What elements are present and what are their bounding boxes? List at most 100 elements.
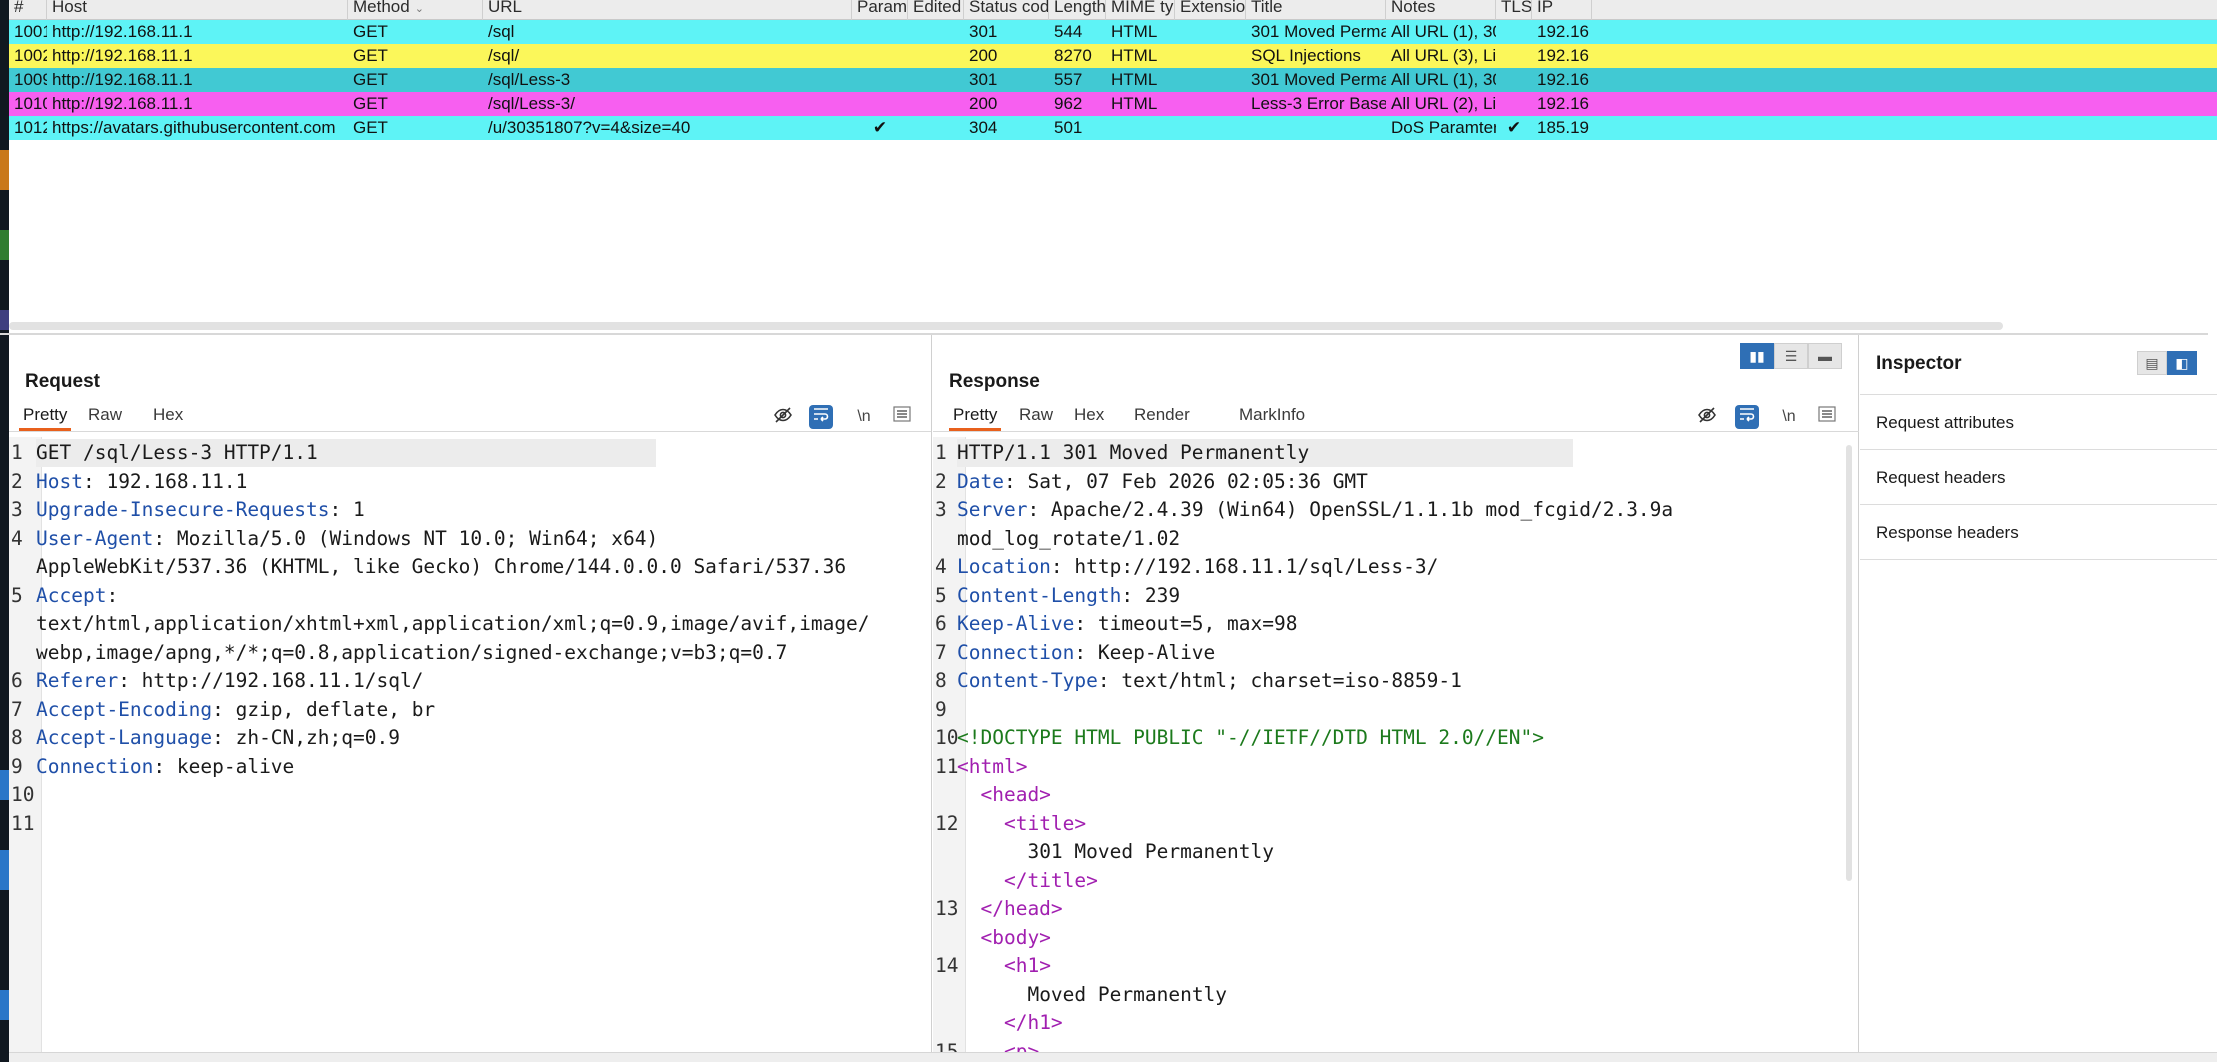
inspector-divider: [1860, 559, 2217, 560]
column-header-title[interactable]: Title: [1246, 0, 1386, 20]
line-text: : Sat, 07 Feb 2026 02:05:36 GMT: [1003, 469, 1368, 493]
cell-tls: [1496, 44, 1532, 68]
column-header-tls[interactable]: TLS: [1496, 0, 1532, 20]
tab-request-raw[interactable]: Raw: [88, 401, 122, 431]
line-text: : 192.168.11.1: [82, 469, 248, 493]
tab-response-raw[interactable]: Raw: [1019, 401, 1053, 431]
cell-length: 557: [1054, 70, 1083, 89]
line-number: 11: [11, 811, 35, 835]
cell-title: [1246, 116, 1386, 140]
table-header: # Host Method ⌄ URL Params Edited Status …: [9, 0, 2217, 20]
column-header-status-code[interactable]: Status code: [964, 0, 1049, 20]
line-text: text/html,application/xhtml+xml,applicat…: [36, 612, 870, 635]
column-header-extension[interactable]: Extension: [1175, 0, 1246, 20]
inspector-section-request-attributes[interactable]: Request attributes: [1860, 394, 2217, 449]
tab-response-render[interactable]: Render: [1134, 401, 1190, 431]
bottom-scroll-area: [9, 1052, 2217, 1062]
tab-response-markinfo[interactable]: MarkInfo: [1239, 401, 1305, 431]
html-tag: </title>: [1003, 868, 1098, 892]
header-name: Accept: [36, 583, 107, 607]
tab-request-hex[interactable]: Hex: [153, 401, 183, 431]
tab-response-pretty[interactable]: Pretty: [949, 401, 1002, 431]
vertical-scrollbar[interactable]: [1846, 445, 1852, 881]
column-header-number[interactable]: #: [9, 0, 47, 20]
cell-url: /sql/: [488, 46, 520, 65]
newline-icon[interactable]: \n: [852, 405, 876, 429]
code-line: Connection: keep-alive: [36, 753, 294, 782]
line-number: 6: [11, 669, 23, 692]
line-text: : text/html; charset=iso-8859-1: [1097, 669, 1462, 692]
column-header-host[interactable]: Host: [47, 0, 348, 20]
table-row[interactable]: 1009 http://192.168.11.1 GET/sql/Less-3 301…: [9, 68, 2217, 92]
column-header-mime-type[interactable]: MIME type: [1106, 0, 1175, 20]
line-number: 2: [11, 469, 23, 493]
split-horizontal-icon[interactable]: ▮▮: [1740, 343, 1774, 369]
code-line: AppleWebKit/537.36 (KHTML, like Gecko) C…: [36, 553, 846, 582]
code-line: <h1>: [957, 952, 1051, 981]
eye-slash-icon[interactable]: [771, 405, 795, 429]
cell-params: [852, 68, 908, 92]
column-header-method[interactable]: Method ⌄: [348, 0, 483, 20]
code-line: Date: Sat, 07 Feb 2026 02:05:36 GMT: [957, 468, 1368, 497]
newline-icon[interactable]: \n: [1777, 405, 1801, 429]
cell-number: 1001: [14, 22, 47, 41]
inspector-title: Inspector: [1876, 353, 1962, 374]
horizontal-scrollbar[interactable]: [9, 322, 2003, 330]
html-tag: <head>: [980, 783, 1051, 806]
line-number: 9: [935, 697, 947, 721]
cell-url: /sql: [488, 22, 515, 41]
cell-title: 301 Moved Permane...: [1251, 70, 1386, 89]
line-text: 301 Moved Permanently: [1027, 840, 1274, 863]
inspector-panel: Inspector ▤ ◧ Request attributes Request…: [1860, 335, 2217, 1062]
column-header-length[interactable]: Length: [1049, 0, 1106, 20]
cell-length: 8270: [1054, 46, 1092, 65]
code-line: mod_log_rotate/1.02: [957, 525, 1180, 554]
code-line: </h1>: [957, 1009, 1063, 1038]
table-row[interactable]: 1012 https://avatars.githubusercontent.co…: [9, 116, 2217, 140]
line-text: : Mozilla/5.0 (Windows NT 10.0; Win64; x…: [153, 526, 659, 550]
table-row[interactable]: 1001 http://192.168.11.1 GET/sql 301 544 HTML…: [9, 20, 2217, 44]
column-header-edited[interactable]: Edited: [908, 0, 964, 20]
wrap-icon[interactable]: [809, 405, 833, 429]
cell-title: SQL Injections: [1251, 46, 1361, 65]
tab-request-pretty[interactable]: Pretty: [19, 401, 72, 431]
table-row[interactable]: 1002 http://192.168.11.1 GET/sql/200 8270 HT…: [9, 44, 2217, 68]
inspector-section-request-headers[interactable]: Request headers: [1860, 449, 2217, 504]
code-line: Accept-Encoding: gzip, deflate, br: [36, 696, 435, 725]
list-layout-icon[interactable]: ▤: [2137, 351, 2167, 375]
cell-title: 301 Moved Permane...: [1251, 22, 1386, 41]
cell-length: 962: [1054, 94, 1083, 113]
column-header-params[interactable]: Params: [852, 0, 908, 20]
cell-host: http://192.168.11.1: [52, 22, 193, 41]
cell-edited: [908, 116, 964, 140]
cell-mime-type: HTML: [1111, 22, 1158, 41]
line-text: : Apache/2.4.39 (Win64) OpenSSL/1.1.1b m…: [1027, 498, 1674, 521]
split-vertical-icon[interactable]: ☰: [1774, 343, 1808, 369]
table-row[interactable]: 1010 http://192.168.11.1 GET/sql/Less-3/20…: [9, 92, 2217, 116]
wrap-icon[interactable]: [1735, 405, 1759, 429]
line-number: 8: [11, 726, 23, 749]
tab-response-hex[interactable]: Hex: [1074, 401, 1104, 431]
code-line: Content-Type: text/html; charset=iso-885…: [957, 667, 1462, 696]
inspector-section-response-headers[interactable]: Response headers: [1860, 504, 2217, 559]
header-name: Connection: [36, 754, 154, 778]
menu-icon[interactable]: [1815, 405, 1839, 429]
column-header-ip[interactable]: IP: [1532, 0, 1592, 20]
cell-method: GET: [353, 46, 388, 65]
cell-url: /sql/Less-3/: [488, 94, 575, 113]
menu-icon[interactable]: [890, 405, 914, 429]
header-name: Referer: [36, 669, 119, 692]
column-header-url[interactable]: URL: [483, 0, 852, 20]
panel-layout-icon[interactable]: ◧: [2167, 351, 2197, 375]
column-header-notes[interactable]: Notes: [1386, 0, 1496, 20]
cell-ip: 192.16: [1537, 94, 1589, 113]
cell-extension: [1175, 116, 1246, 140]
line-number: 7: [11, 697, 23, 721]
html-tag: <body>: [980, 925, 1051, 949]
cell-host: http://192.168.11.1: [52, 46, 193, 65]
eye-slash-icon[interactable]: [1695, 405, 1719, 429]
line-text: :: [106, 583, 119, 607]
single-pane-icon[interactable]: ▬: [1808, 343, 1842, 369]
